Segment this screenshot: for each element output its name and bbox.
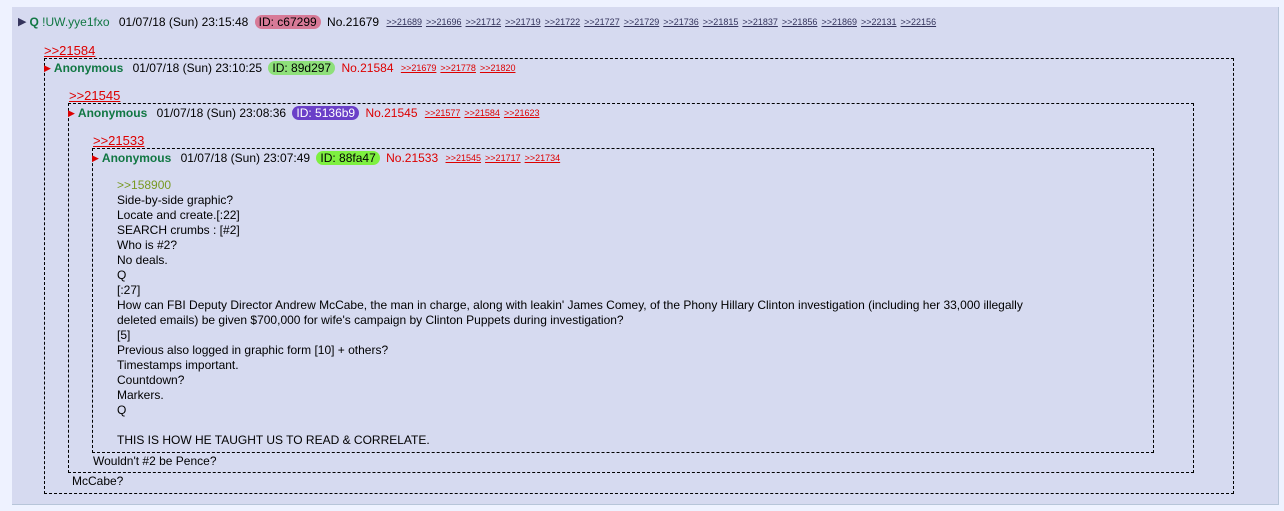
backlink[interactable]: >>21545 bbox=[446, 153, 482, 163]
post-backlinks: >>21577 >>21584 >>21623 bbox=[421, 105, 540, 119]
post-backlinks: >>21679 >>21778 >>21820 bbox=[397, 60, 516, 74]
poster-id-badge[interactable]: ID: 89d297 bbox=[268, 60, 336, 75]
backlink[interactable]: >>21689 bbox=[386, 17, 422, 27]
poster-id-badge[interactable]: ID: 5136b9 bbox=[292, 105, 360, 120]
backlink[interactable]: >>21820 bbox=[480, 63, 516, 73]
post-21533-header: ▶ Anonymous 01/07/18 (Sun) 23:07:49 ID: 8… bbox=[92, 149, 560, 166]
body-line: SEARCH crumbs : [#2] bbox=[117, 223, 240, 237]
backlink[interactable]: >>21679 bbox=[401, 63, 437, 73]
body-line: [:27] bbox=[117, 283, 141, 297]
backlink[interactable]: >>21577 bbox=[425, 108, 461, 118]
op-id-badge[interactable]: ID: c67299 bbox=[254, 14, 321, 29]
body-line: Q bbox=[117, 268, 127, 282]
body-line: Side-by-side graphic? bbox=[117, 193, 234, 207]
poster-name: Anonymous bbox=[77, 105, 148, 120]
post-number[interactable]: No.21584 bbox=[341, 61, 393, 75]
post-21545-body: Wouldn't #2 be Pence? bbox=[93, 454, 217, 468]
post-body-lines: Side-by-side graphic? Locate and create.[… bbox=[117, 193, 1137, 448]
board: ▶ Q !UW.yye1fxo 01/07/18 (Sun) 23:15:48 I… bbox=[0, 0, 1284, 511]
collapse-arrow-icon[interactable]: ▶ bbox=[18, 16, 26, 28]
backlink[interactable]: >>21722 bbox=[545, 17, 581, 27]
backlink[interactable]: >>21584 bbox=[464, 108, 500, 118]
post-21584-header: ▶ Anonymous 01/07/18 (Sun) 23:10:25 ID: 8… bbox=[44, 59, 515, 76]
body-line bbox=[117, 418, 1137, 433]
body-line: Countdown? bbox=[117, 373, 185, 387]
poster-id-badge[interactable]: ID: 88fa47 bbox=[316, 150, 380, 165]
body-line: Locate and create.[:22] bbox=[117, 208, 240, 222]
post-number[interactable]: No.21545 bbox=[365, 106, 417, 120]
body-line: [5] bbox=[117, 328, 131, 342]
body-line: Previous also logged in graphic form [10… bbox=[117, 343, 389, 357]
backlink[interactable]: >>21727 bbox=[584, 17, 620, 27]
body-line: Markers. bbox=[117, 388, 164, 402]
backlink[interactable]: >>21837 bbox=[742, 17, 778, 27]
collapse-arrow-icon[interactable]: ▶ bbox=[68, 108, 75, 118]
body-line: THIS IS HOW HE TAUGHT US TO READ & CORRE… bbox=[117, 433, 430, 447]
quote-link-21533[interactable]: >>21533 bbox=[93, 133, 144, 148]
post-21533-body: >>158900 Side-by-side graphic? Locate and… bbox=[117, 178, 1137, 448]
backlink[interactable]: >>21815 bbox=[703, 17, 739, 27]
body-line: Who is #2? bbox=[117, 238, 178, 252]
backlink[interactable]: >>21719 bbox=[505, 17, 541, 27]
body-line: How can FBI Deputy Director Andrew McCab… bbox=[117, 298, 1023, 312]
backlink[interactable]: >>21712 bbox=[466, 17, 502, 27]
post-date: 01/07/18 (Sun) 23:08:36 bbox=[156, 105, 287, 120]
op-tripcode: !UW.yye1fxo bbox=[42, 14, 110, 29]
body-line: No deals. bbox=[117, 253, 168, 267]
body-line: deleted emails) be given $700,000 for wi… bbox=[117, 313, 624, 327]
post-backlinks: >>21545 >>21717 >>21734 bbox=[442, 150, 561, 164]
post-21584-body: McCabe? bbox=[72, 474, 124, 488]
post-date: 01/07/18 (Sun) 23:07:49 bbox=[180, 150, 311, 165]
collapse-arrow-icon[interactable]: ▶ bbox=[92, 153, 99, 163]
backlink[interactable]: >>21717 bbox=[485, 153, 521, 163]
post-number[interactable]: No.21533 bbox=[386, 151, 438, 165]
op-name: Q bbox=[29, 14, 39, 29]
poster-name: Anonymous bbox=[53, 60, 124, 75]
poster-name: Anonymous bbox=[101, 150, 172, 165]
backlink[interactable]: >>21734 bbox=[525, 153, 561, 163]
backlink[interactable]: >>21696 bbox=[426, 17, 462, 27]
body-line: Timestamps important. bbox=[117, 358, 239, 372]
body-line: Q bbox=[117, 403, 127, 417]
backlink[interactable]: >>21736 bbox=[663, 17, 699, 27]
post-date: 01/07/18 (Sun) 23:10:25 bbox=[132, 60, 263, 75]
op-post-number[interactable]: No.21679 bbox=[327, 15, 379, 29]
op-date: 01/07/18 (Sun) 23:15:48 bbox=[118, 14, 249, 29]
backlink[interactable]: >>21623 bbox=[504, 108, 540, 118]
backlink[interactable]: >>22131 bbox=[861, 17, 897, 27]
quote-link-21545[interactable]: >>21545 bbox=[69, 88, 120, 103]
greentext-quote-link[interactable]: >>158900 bbox=[117, 178, 1137, 193]
backlink[interactable]: >>21729 bbox=[624, 17, 660, 27]
backlink[interactable]: >>21778 bbox=[440, 63, 476, 73]
collapse-arrow-icon[interactable]: ▶ bbox=[44, 63, 51, 73]
backlink[interactable]: >>22156 bbox=[901, 17, 937, 27]
quote-link-21584[interactable]: >>21584 bbox=[44, 43, 95, 58]
op-header: ▶ Q !UW.yye1fxo 01/07/18 (Sun) 23:15:48 I… bbox=[18, 13, 936, 30]
backlink[interactable]: >>21869 bbox=[821, 17, 857, 27]
post-21545-header: ▶ Anonymous 01/07/18 (Sun) 23:08:36 ID: 5… bbox=[68, 104, 539, 121]
op-backlinks: >>21689 >>21696 >>21712 >>21719 >>21722 >>217… bbox=[382, 14, 936, 28]
backlink[interactable]: >>21856 bbox=[782, 17, 818, 27]
